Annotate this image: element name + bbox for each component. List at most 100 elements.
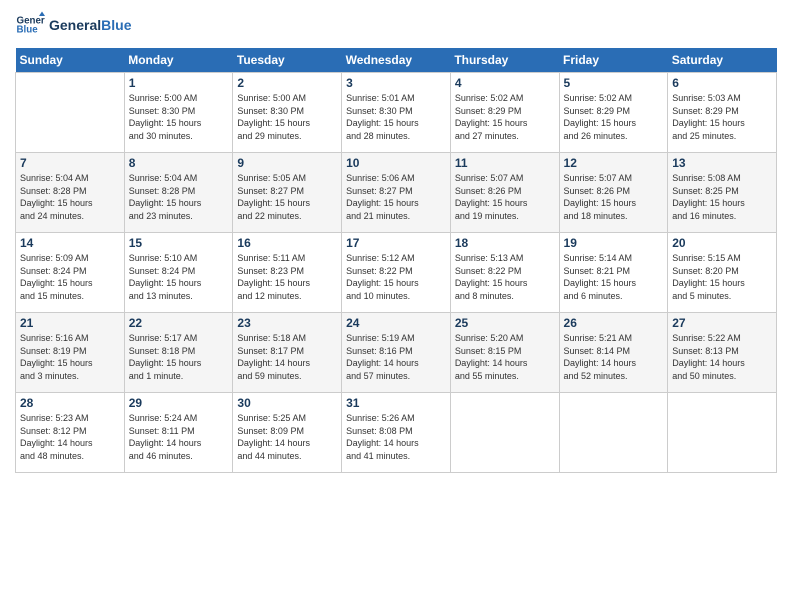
svg-text:Blue: Blue <box>17 25 39 36</box>
day-info: Sunrise: 5:12 AM Sunset: 8:22 PM Dayligh… <box>346 252 446 302</box>
calendar-cell: 16 Sunrise: 5:11 AM Sunset: 8:23 PM Dayli… <box>233 233 342 313</box>
day-number: 24 <box>346 316 446 330</box>
day-number: 19 <box>564 236 664 250</box>
calendar-week-1: 1Sunrise: 5:00 AM Sunset: 8:30 PM Daylig… <box>16 73 777 153</box>
calendar-cell: 19 Sunrise: 5:14 AM Sunset: 8:21 PM Dayli… <box>559 233 668 313</box>
calendar-cell: 28 Sunrise: 5:23 AM Sunset: 8:12 PM Dayli… <box>16 393 125 473</box>
day-info: Sunrise: 5:05 AM Sunset: 8:27 PM Dayligh… <box>237 172 337 222</box>
calendar-cell: 13 Sunrise: 5:08 AM Sunset: 8:25 PM Dayli… <box>668 153 777 233</box>
day-info: Sunrise: 5:10 AM Sunset: 8:24 PM Dayligh… <box>129 252 229 302</box>
day-number: 3 <box>346 76 446 90</box>
day-number: 23 <box>237 316 337 330</box>
calendar-cell: 1Sunrise: 5:00 AM Sunset: 8:30 PM Daylig… <box>124 73 233 153</box>
day-number: 30 <box>237 396 337 410</box>
day-info: Sunrise: 5:14 AM Sunset: 8:21 PM Dayligh… <box>564 252 664 302</box>
day-number: 14 <box>20 236 120 250</box>
calendar-cell: 10 Sunrise: 5:06 AM Sunset: 8:27 PM Dayli… <box>342 153 451 233</box>
calendar-cell: 12Sunrise: 5:07 AM Sunset: 8:26 PM Dayli… <box>559 153 668 233</box>
page-header: General Blue General Blue <box>15 10 777 40</box>
day-info: Sunrise: 5:16 AM Sunset: 8:19 PM Dayligh… <box>20 332 120 382</box>
day-info: Sunrise: 5:03 AM Sunset: 8:29 PM Dayligh… <box>672 92 772 142</box>
day-number: 5 <box>564 76 664 90</box>
day-info: Sunrise: 5:24 AM Sunset: 8:11 PM Dayligh… <box>129 412 229 462</box>
day-info: Sunrise: 5:00 AM Sunset: 8:30 PM Dayligh… <box>129 92 229 142</box>
calendar-cell: 4 Sunrise: 5:02 AM Sunset: 8:29 PM Daylig… <box>450 73 559 153</box>
day-number: 31 <box>346 396 446 410</box>
day-number: 13 <box>672 156 772 170</box>
calendar-cell: 26 Sunrise: 5:21 AM Sunset: 8:14 PM Dayli… <box>559 313 668 393</box>
day-info: Sunrise: 5:06 AM Sunset: 8:27 PM Dayligh… <box>346 172 446 222</box>
day-info: Sunrise: 5:02 AM Sunset: 8:29 PM Dayligh… <box>564 92 664 142</box>
day-info: Sunrise: 5:23 AM Sunset: 8:12 PM Dayligh… <box>20 412 120 462</box>
calendar-table: SundayMondayTuesdayWednesdayThursdayFrid… <box>15 48 777 473</box>
calendar-cell: 21 Sunrise: 5:16 AM Sunset: 8:19 PM Dayli… <box>16 313 125 393</box>
calendar-cell: 31Sunrise: 5:26 AM Sunset: 8:08 PM Dayli… <box>342 393 451 473</box>
calendar-cell: 24 Sunrise: 5:19 AM Sunset: 8:16 PM Dayli… <box>342 313 451 393</box>
calendar-cell: 3Sunrise: 5:01 AM Sunset: 8:30 PM Daylig… <box>342 73 451 153</box>
day-number: 4 <box>455 76 555 90</box>
day-number: 2 <box>237 76 337 90</box>
calendar-cell: 23 Sunrise: 5:18 AM Sunset: 8:17 PM Dayli… <box>233 313 342 393</box>
day-number: 18 <box>455 236 555 250</box>
day-info: Sunrise: 5:17 AM Sunset: 8:18 PM Dayligh… <box>129 332 229 382</box>
day-info: Sunrise: 5:18 AM Sunset: 8:17 PM Dayligh… <box>237 332 337 382</box>
day-info: Sunrise: 5:15 AM Sunset: 8:20 PM Dayligh… <box>672 252 772 302</box>
calendar-cell: 29 Sunrise: 5:24 AM Sunset: 8:11 PM Dayli… <box>124 393 233 473</box>
day-info: Sunrise: 5:08 AM Sunset: 8:25 PM Dayligh… <box>672 172 772 222</box>
day-number: 7 <box>20 156 120 170</box>
day-number: 20 <box>672 236 772 250</box>
calendar-cell: 9 Sunrise: 5:05 AM Sunset: 8:27 PM Daylig… <box>233 153 342 233</box>
calendar-cell: 27 Sunrise: 5:22 AM Sunset: 8:13 PM Dayli… <box>668 313 777 393</box>
day-number: 26 <box>564 316 664 330</box>
calendar-week-3: 14 Sunrise: 5:09 AM Sunset: 8:24 PM Dayli… <box>16 233 777 313</box>
calendar-cell: 18Sunrise: 5:13 AM Sunset: 8:22 PM Dayli… <box>450 233 559 313</box>
calendar-cell <box>16 73 125 153</box>
calendar-cell: 8Sunrise: 5:04 AM Sunset: 8:28 PM Daylig… <box>124 153 233 233</box>
calendar-cell: 25 Sunrise: 5:20 AM Sunset: 8:15 PM Dayli… <box>450 313 559 393</box>
day-info: Sunrise: 5:07 AM Sunset: 8:26 PM Dayligh… <box>455 172 555 222</box>
day-number: 21 <box>20 316 120 330</box>
column-header-sunday: Sunday <box>16 48 125 73</box>
day-info: Sunrise: 5:02 AM Sunset: 8:29 PM Dayligh… <box>455 92 555 142</box>
column-header-tuesday: Tuesday <box>233 48 342 73</box>
day-info: Sunrise: 5:00 AM Sunset: 8:30 PM Dayligh… <box>237 92 337 142</box>
day-info: Sunrise: 5:09 AM Sunset: 8:24 PM Dayligh… <box>20 252 120 302</box>
column-header-monday: Monday <box>124 48 233 73</box>
calendar-cell: 22 Sunrise: 5:17 AM Sunset: 8:18 PM Dayli… <box>124 313 233 393</box>
calendar-cell: 2 Sunrise: 5:00 AM Sunset: 8:30 PM Daylig… <box>233 73 342 153</box>
day-number: 29 <box>129 396 229 410</box>
column-header-saturday: Saturday <box>668 48 777 73</box>
calendar-cell: 15 Sunrise: 5:10 AM Sunset: 8:24 PM Dayli… <box>124 233 233 313</box>
day-number: 9 <box>237 156 337 170</box>
day-number: 10 <box>346 156 446 170</box>
calendar-header-row: SundayMondayTuesdayWednesdayThursdayFrid… <box>16 48 777 73</box>
day-info: Sunrise: 5:22 AM Sunset: 8:13 PM Dayligh… <box>672 332 772 382</box>
day-info: Sunrise: 5:11 AM Sunset: 8:23 PM Dayligh… <box>237 252 337 302</box>
column-header-friday: Friday <box>559 48 668 73</box>
day-info: Sunrise: 5:20 AM Sunset: 8:15 PM Dayligh… <box>455 332 555 382</box>
day-number: 27 <box>672 316 772 330</box>
calendar-week-5: 28 Sunrise: 5:23 AM Sunset: 8:12 PM Dayli… <box>16 393 777 473</box>
calendar-week-2: 7Sunrise: 5:04 AM Sunset: 8:28 PM Daylig… <box>16 153 777 233</box>
column-header-wednesday: Wednesday <box>342 48 451 73</box>
page-container: General Blue General Blue SundayMondayTue… <box>0 0 792 483</box>
calendar-cell: 14 Sunrise: 5:09 AM Sunset: 8:24 PM Dayli… <box>16 233 125 313</box>
logo: General Blue General Blue <box>15 10 131 40</box>
logo-general: General <box>49 17 101 33</box>
day-number: 6 <box>672 76 772 90</box>
day-number: 8 <box>129 156 229 170</box>
calendar-cell: 30Sunrise: 5:25 AM Sunset: 8:09 PM Dayli… <box>233 393 342 473</box>
day-number: 25 <box>455 316 555 330</box>
day-number: 17 <box>346 236 446 250</box>
day-number: 16 <box>237 236 337 250</box>
day-number: 12 <box>564 156 664 170</box>
day-number: 28 <box>20 396 120 410</box>
day-number: 22 <box>129 316 229 330</box>
day-info: Sunrise: 5:19 AM Sunset: 8:16 PM Dayligh… <box>346 332 446 382</box>
calendar-cell: 7Sunrise: 5:04 AM Sunset: 8:28 PM Daylig… <box>16 153 125 233</box>
calendar-cell: 5 Sunrise: 5:02 AM Sunset: 8:29 PM Daylig… <box>559 73 668 153</box>
day-info: Sunrise: 5:21 AM Sunset: 8:14 PM Dayligh… <box>564 332 664 382</box>
calendar-week-4: 21 Sunrise: 5:16 AM Sunset: 8:19 PM Dayli… <box>16 313 777 393</box>
day-number: 15 <box>129 236 229 250</box>
logo-icon: General Blue <box>15 10 45 40</box>
